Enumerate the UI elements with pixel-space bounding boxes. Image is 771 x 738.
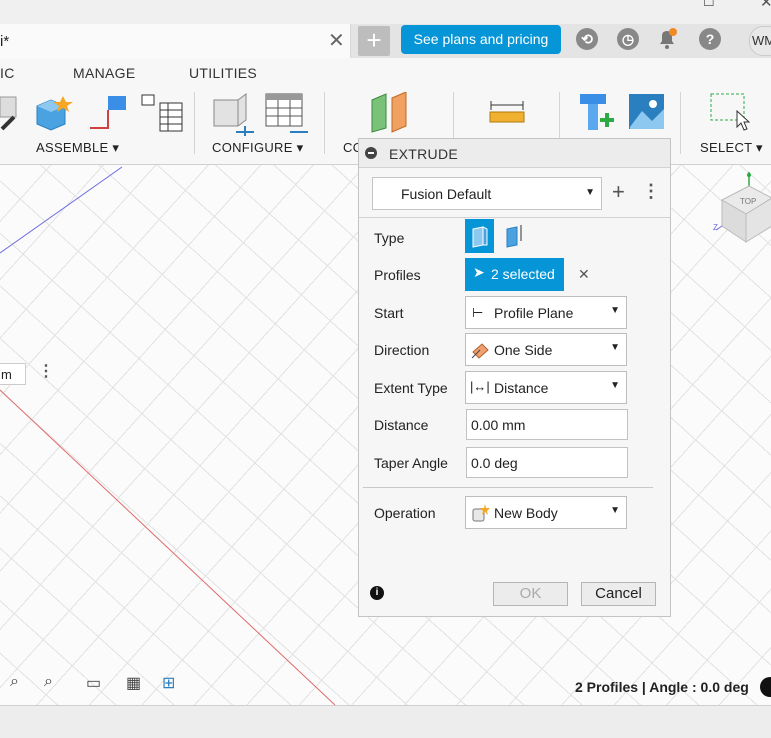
clock-icon[interactable]: ◷ [617,28,639,50]
configure-menu[interactable]: CONFIGURE ▾ [212,140,303,156]
direction-value: One Side [494,342,553,358]
one-side-icon [471,343,489,359]
add-preset-icon[interactable]: + [612,179,625,205]
group-divider [194,92,195,154]
direction-select[interactable]: One Side ▼ [465,333,627,366]
clear-selection-icon[interactable]: ✕ [578,266,590,283]
select-menu[interactable]: SELECT ▾ [700,140,763,156]
dialog-title: EXTRUDE [389,146,458,162]
viewcube[interactable]: TOP Z [712,170,771,248]
select-window-icon[interactable] [710,93,751,136]
tab-close-icon[interactable]: ✕ [328,29,345,53]
joint-icon[interactable] [0,95,22,138]
preset-value: Fusion Default [401,186,492,202]
profiles-selection[interactable]: ➤ 2 selected [465,258,564,291]
maximize-icon[interactable]: ☐ [703,0,715,10]
new-component-icon[interactable] [33,94,75,137]
configure-icon[interactable] [210,92,256,139]
tab-ic[interactable]: IC [0,65,15,81]
start-select[interactable]: ⊢ Profile Plane ▼ [465,296,627,329]
dialog-header: EXTRUDE [359,139,670,168]
see-plans-button[interactable]: See plans and pricing [401,25,561,54]
chevron-down-icon: ▼ [610,342,620,353]
extrude-dialog: EXTRUDE Fusion Default ▼ + ⋮ Type Profil… [358,138,671,617]
tab-manage[interactable]: MANAGE [73,65,135,81]
group-divider [680,92,681,154]
insert-image-icon[interactable] [628,93,666,134]
svg-text:Z: Z [713,223,718,232]
ok-button[interactable]: OK [493,582,568,606]
distance-extent-icon: |↔| [470,379,490,394]
as-built-joint-icon[interactable] [86,94,130,137]
window-title-bar: ☐ ✕ [0,0,771,24]
group-divider [324,92,325,154]
divider [359,217,670,218]
sync-icon[interactable]: ⟲ [576,28,598,50]
type-solid-button[interactable] [465,219,494,253]
type-thin-button[interactable] [501,221,527,251]
divider [363,487,653,488]
distance-input[interactable]: 0.00 mm [466,409,628,440]
display-settings-icon[interactable]: ▭ [86,673,101,693]
new-body-icon [472,504,490,522]
distance-label: Distance [374,417,429,433]
operation-select[interactable]: New Body ▼ [465,496,627,529]
taper-angle-input[interactable]: 0.0 deg [466,447,628,478]
help-icon[interactable]: ? [699,28,721,50]
info-icon[interactable]: i [370,586,384,600]
kebab-menu-icon[interactable]: ⋮ [38,361,54,381]
start-label: Start [374,305,404,321]
document-tab[interactable] [0,24,351,58]
tab-utilities[interactable]: UTILITIES [189,65,257,81]
operation-value: New Body [494,505,558,521]
profiles-value: 2 selected [491,266,555,282]
zoom-window-icon[interactable]: ⌕ [10,673,19,691]
insert-fastener-icon[interactable] [576,92,616,139]
construct-plane-icon[interactable] [370,91,412,137]
new-tab-button[interactable]: + [358,26,390,56]
type-label: Type [374,230,405,246]
profile-plane-icon: ⊢ [472,305,484,320]
distance-value: 0.00 mm [471,417,526,433]
measure-icon[interactable] [489,100,527,131]
profiles-label: Profiles [374,267,421,283]
preset-menu-icon[interactable]: ⋮ [642,181,660,202]
viewcube-top-label: TOP [740,197,756,206]
grid-settings-icon[interactable]: ▦ [126,673,141,693]
status-text: 2 Profiles | Angle : 0.0 deg [575,679,749,695]
chevron-down-icon: ▼ [585,187,595,198]
avatar[interactable]: WM [749,26,771,56]
close-window-icon[interactable]: ✕ [760,0,771,11]
start-value: Profile Plane [494,305,574,321]
configuration-table-icon[interactable] [264,92,310,139]
taper-angle-label: Taper Angle [374,455,448,471]
assemble-menu[interactable]: ASSEMBLE ▾ [36,140,119,156]
operation-label: Operation [374,505,436,521]
direction-label: Direction [374,342,430,358]
distance-field-text: m [1,367,12,382]
extent-value: Distance [494,380,549,396]
chevron-down-icon: ▼ [610,505,620,516]
document-title: i* [0,33,10,50]
zoom-icon[interactable]: ⌕ [44,673,53,691]
preset-select[interactable]: Fusion Default ▼ [372,177,602,210]
bottom-strip [0,705,771,738]
viewports-icon[interactable]: ⊞ [162,673,175,693]
cursor-arrow-icon: ➤ [473,264,485,280]
extent-type-label: Extent Type [374,380,448,396]
chevron-down-icon: ▼ [610,305,620,316]
distance-input-field[interactable]: m [0,363,26,385]
taper-angle-value: 0.0 deg [471,455,518,471]
notification-bell-icon[interactable] [656,27,678,54]
bill-of-materials-icon[interactable] [140,93,184,138]
collapse-icon[interactable] [365,147,377,159]
extent-type-select[interactable]: |↔| Distance ▼ [465,371,627,404]
cancel-button[interactable]: Cancel [581,582,656,606]
chevron-down-icon: ▼ [610,380,620,391]
